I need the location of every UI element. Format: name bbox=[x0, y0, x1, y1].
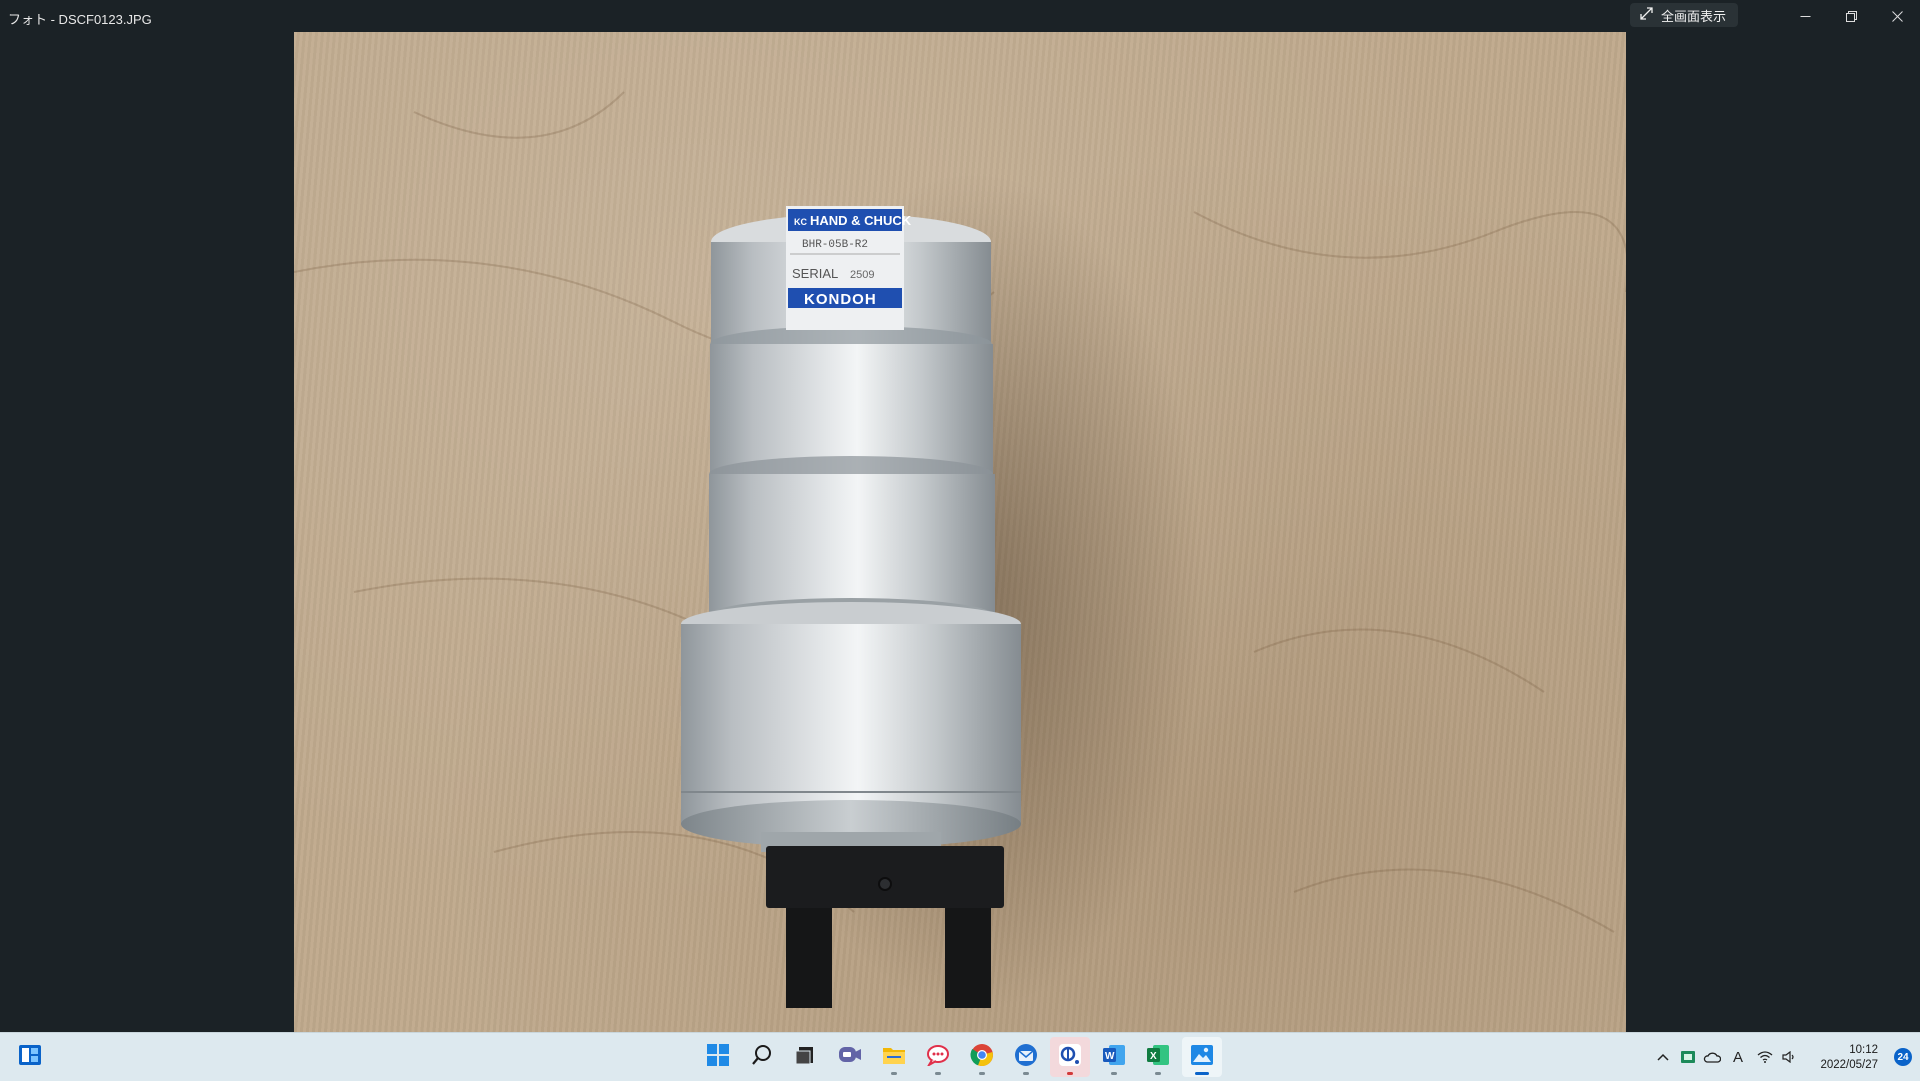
svg-text:W: W bbox=[1105, 1051, 1115, 1062]
running-indicator bbox=[979, 1072, 985, 1075]
displayed-photo[interactable]: KC HAND & CHUCK BHR-05B-R2 SERIAL 2509 K… bbox=[294, 32, 1626, 1032]
clock-date: 2022/05/27 bbox=[1820, 1059, 1878, 1071]
volume-icon[interactable] bbox=[1778, 1051, 1800, 1063]
taskbar: W X A 10:12 2022/05/27 24 bbox=[0, 1032, 1920, 1081]
label-brand: HAND & CHUCK bbox=[810, 213, 912, 228]
excel-button[interactable]: X bbox=[1138, 1037, 1178, 1077]
file-explorer-button[interactable] bbox=[874, 1037, 914, 1077]
running-indicator bbox=[1111, 1072, 1117, 1075]
photos-icon bbox=[1190, 1043, 1214, 1072]
window-title: フォト - DSCF0123.JPG bbox=[8, 12, 152, 27]
chrome-button[interactable] bbox=[962, 1037, 1002, 1077]
widgets-button[interactable] bbox=[10, 1037, 50, 1077]
excel-icon: X bbox=[1146, 1043, 1170, 1072]
widgets-icon bbox=[18, 1044, 42, 1071]
close-button[interactable] bbox=[1874, 0, 1920, 32]
chevron-up-icon[interactable] bbox=[1650, 1053, 1676, 1061]
teams-chat-button[interactable] bbox=[830, 1037, 870, 1077]
close-icon bbox=[1891, 10, 1903, 22]
label-serial-number: 2509 bbox=[850, 269, 874, 281]
chrome-icon bbox=[970, 1043, 994, 1072]
restore-icon bbox=[1845, 10, 1857, 22]
fullscreen-button[interactable]: 全画面表示 bbox=[1630, 3, 1739, 27]
fullscreen-label: 全画面表示 bbox=[1661, 8, 1727, 24]
restore-button[interactable] bbox=[1828, 0, 1874, 32]
minimize-icon bbox=[1800, 11, 1811, 22]
app-icon bbox=[1058, 1043, 1082, 1072]
ime-indicator[interactable]: A bbox=[1724, 1049, 1752, 1066]
svg-text:KC: KC bbox=[794, 217, 807, 227]
app-button[interactable] bbox=[1050, 1037, 1090, 1077]
running-indicator-active bbox=[1195, 1072, 1209, 1075]
expand-icon bbox=[1640, 7, 1653, 23]
running-indicator bbox=[1067, 1072, 1073, 1075]
system-tray: A bbox=[1650, 1033, 1800, 1081]
gripper-photo: KC HAND & CHUCK BHR-05B-R2 SERIAL 2509 K… bbox=[294, 91, 1626, 1012]
word-button[interactable]: W bbox=[1094, 1037, 1134, 1077]
messaging-app-icon bbox=[926, 1044, 950, 1071]
label-model: BHR-05B-R2 bbox=[802, 239, 868, 251]
photos-button[interactable] bbox=[1182, 1037, 1222, 1077]
wifi-icon[interactable] bbox=[1752, 1051, 1778, 1063]
file-explorer-icon bbox=[882, 1045, 906, 1070]
minimize-button[interactable] bbox=[1782, 0, 1828, 32]
title-bar: フォト - DSCF0123.JPG 全画面表示 bbox=[0, 0, 1920, 32]
notification-badge[interactable]: 24 bbox=[1894, 1048, 1912, 1066]
word-icon: W bbox=[1102, 1043, 1126, 1072]
security-tray-icon[interactable] bbox=[1676, 1049, 1700, 1065]
svg-text:X: X bbox=[1150, 1051, 1157, 1062]
product-label: KC HAND & CHUCK BHR-05B-R2 SERIAL 2509 K… bbox=[786, 206, 912, 330]
task-view-button[interactable] bbox=[786, 1037, 826, 1077]
start-button[interactable] bbox=[698, 1037, 738, 1077]
task-view-icon bbox=[795, 1044, 817, 1071]
search-button[interactable] bbox=[742, 1037, 782, 1077]
search-icon bbox=[751, 1044, 773, 1071]
running-indicator bbox=[1155, 1072, 1161, 1075]
clock-time: 10:12 bbox=[1849, 1044, 1878, 1056]
messaging-app-button[interactable] bbox=[918, 1037, 958, 1077]
thunderbird-button[interactable] bbox=[1006, 1037, 1046, 1077]
onedrive-icon[interactable] bbox=[1700, 1051, 1724, 1063]
running-indicator bbox=[935, 1072, 941, 1075]
running-indicator bbox=[891, 1072, 897, 1075]
running-indicator bbox=[1023, 1072, 1029, 1075]
label-maker: KONDOH bbox=[804, 291, 877, 308]
label-serial-text: SERIAL bbox=[792, 266, 838, 281]
thunderbird-icon bbox=[1014, 1043, 1038, 1072]
photo-viewer: KC HAND & CHUCK BHR-05B-R2 SERIAL 2509 K… bbox=[0, 32, 1920, 1032]
teams-chat-icon bbox=[838, 1044, 862, 1071]
start-icon bbox=[706, 1043, 730, 1072]
taskbar-clock[interactable]: 10:12 2022/05/27 bbox=[1820, 1043, 1878, 1073]
